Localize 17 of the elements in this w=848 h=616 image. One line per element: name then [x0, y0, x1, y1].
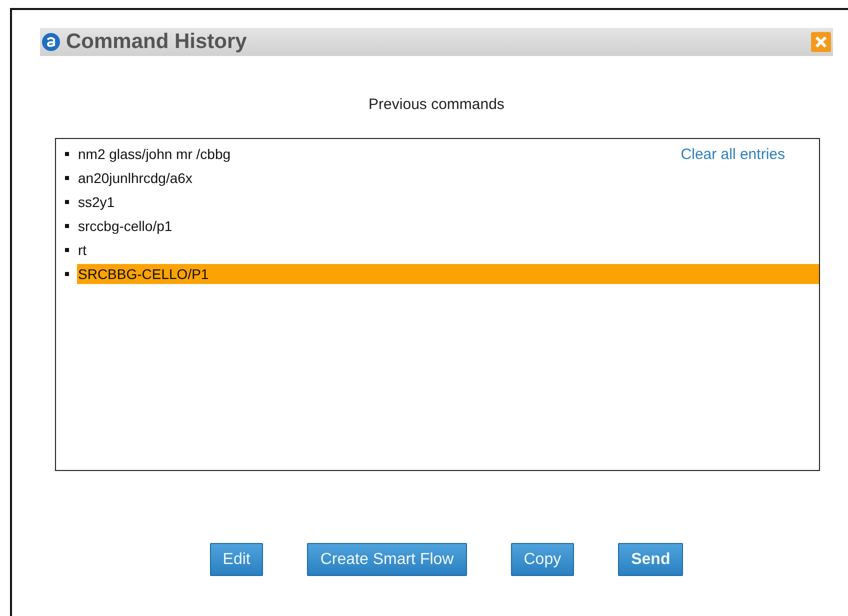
- command-item[interactable]: srccbg-cello/p1: [77, 216, 172, 236]
- command-item[interactable]: nm2 glass/john mr /cbbg: [77, 144, 231, 164]
- app-logo-icon: [42, 33, 60, 51]
- bullet-icon: [65, 152, 69, 156]
- command-item[interactable]: ss2y1: [77, 192, 115, 212]
- close-icon[interactable]: [811, 32, 831, 52]
- bullet-icon: [65, 272, 69, 276]
- dialog-title: Command History: [66, 30, 247, 54]
- bullet-icon: [65, 248, 69, 252]
- bullet-icon: [65, 176, 69, 180]
- command-item[interactable]: an20junlhrcdg/a6x: [77, 168, 192, 188]
- command-item[interactable]: SRCBBG-CELLO/P1: [77, 264, 819, 284]
- list-heading: Previous commands: [368, 96, 506, 113]
- command-item[interactable]: rt: [77, 240, 87, 260]
- clear-entries-link[interactable]: Clear all entries: [680, 146, 785, 163]
- bullet-icon: [65, 200, 69, 204]
- bullet-icon: [65, 224, 69, 228]
